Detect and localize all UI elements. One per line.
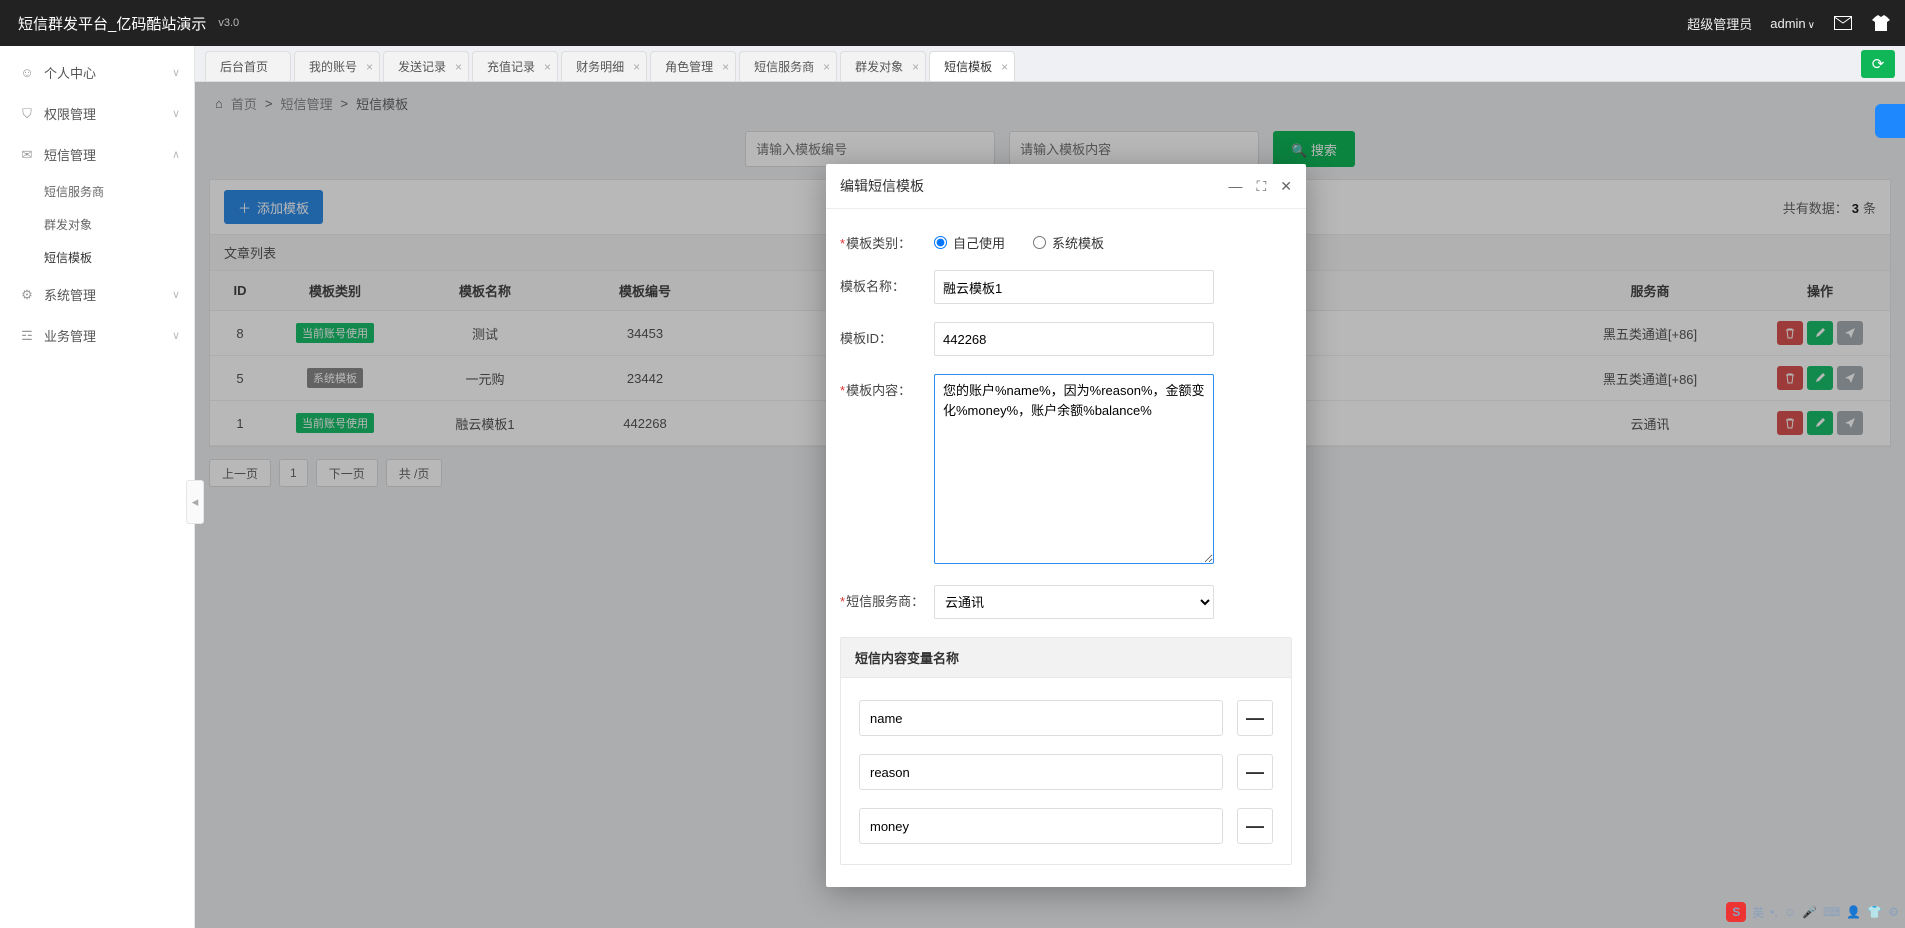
- label-name: 模板名称：: [840, 270, 934, 295]
- topbar-user-area: 超级管理员 admin∨: [1687, 14, 1891, 33]
- sidebar-item-permission[interactable]: ⛉权限管理∨: [0, 93, 194, 134]
- maximize-icon[interactable]: ⛶: [1256, 178, 1266, 195]
- ime-toolbar: S 英 •, ☺ 🎤 ⌨ 👤 👕 ⚙: [1726, 902, 1899, 922]
- chevron-down-icon: ∨: [172, 288, 180, 301]
- close-icon[interactable]: ×: [366, 60, 373, 74]
- ime-settings-icon[interactable]: ⚙: [1888, 905, 1899, 919]
- shield-icon: ⛉: [18, 106, 36, 122]
- mail-icon[interactable]: [1833, 14, 1853, 32]
- tab-targets[interactable]: 群发对象×: [840, 51, 926, 81]
- user-dropdown[interactable]: admin∨: [1770, 16, 1815, 31]
- brand-title: 短信群发平台_亿码酷站演示: [18, 13, 206, 34]
- sidebar-sub-templates[interactable]: 短信模板: [0, 241, 194, 274]
- sidebar-item-system[interactable]: ⚙系统管理∨: [0, 274, 194, 315]
- close-icon[interactable]: ×: [912, 60, 919, 74]
- modal-body: *模板类别： 自己使用 系统模板 模板名称： 模板ID： *模板内容： *短信服…: [826, 209, 1306, 887]
- modal-title: 编辑短信模板: [840, 176, 924, 196]
- sms-icon: ✉: [18, 147, 36, 163]
- close-icon[interactable]: ×: [1001, 60, 1008, 74]
- close-icon[interactable]: ×: [544, 60, 551, 74]
- topbar: 短信群发平台_亿码酷站演示 v3.0 超级管理员 admin∨: [0, 0, 1905, 46]
- sidebar-item-sms[interactable]: ✉短信管理∧: [0, 134, 194, 175]
- remove-variable-button[interactable]: —: [1237, 808, 1273, 844]
- tab-provider[interactable]: 短信服务商×: [739, 51, 837, 81]
- close-icon[interactable]: ✕: [1280, 178, 1292, 195]
- close-icon[interactable]: ×: [633, 60, 640, 74]
- ime-logo-icon[interactable]: S: [1726, 902, 1746, 922]
- variables-title: 短信内容变量名称: [841, 638, 1291, 678]
- sidebar: ☺个人中心∨ ⛉权限管理∨ ✉短信管理∧ 短信服务商 群发对象 短信模板 ⚙系统…: [0, 46, 195, 928]
- variable-name-input[interactable]: [859, 754, 1223, 790]
- ime-keyboard-icon[interactable]: ⌨: [1823, 905, 1840, 919]
- briefcase-icon: ☲: [18, 328, 36, 344]
- ime-punct-icon[interactable]: •,: [1770, 905, 1778, 919]
- label-type: *模板类别：: [840, 227, 934, 252]
- label-id: 模板ID：: [840, 322, 934, 347]
- ime-lang-label[interactable]: 英: [1752, 904, 1764, 921]
- tab-sendlog[interactable]: 发送记录×: [383, 51, 469, 81]
- variable-row: —: [859, 700, 1273, 736]
- tshirt-icon[interactable]: [1871, 14, 1891, 32]
- ime-emoji-icon[interactable]: ☺: [1784, 905, 1796, 919]
- provider-select[interactable]: 云通讯: [934, 585, 1214, 619]
- radio-self[interactable]: 自己使用: [934, 233, 1005, 252]
- sidebar-sub-provider[interactable]: 短信服务商: [0, 175, 194, 208]
- variable-name-input[interactable]: [859, 808, 1223, 844]
- role-label: 超级管理员: [1687, 14, 1752, 33]
- tab-roles[interactable]: 角色管理×: [650, 51, 736, 81]
- floating-badge[interactable]: [1875, 104, 1905, 138]
- remove-variable-button[interactable]: —: [1237, 754, 1273, 790]
- chevron-down-icon: ∨: [172, 107, 180, 120]
- ime-skin-icon[interactable]: 👕: [1867, 905, 1882, 919]
- tab-strip: 后台首页 我的账号× 发送记录× 充值记录× 财务明细× 角色管理× 短信服务商…: [195, 46, 1905, 82]
- tab-finance[interactable]: 财务明细×: [561, 51, 647, 81]
- refresh-button[interactable]: ⟳: [1861, 50, 1895, 78]
- variable-row: —: [859, 754, 1273, 790]
- chevron-down-icon: ∨: [172, 66, 180, 79]
- template-id-input[interactable]: [934, 322, 1214, 356]
- sidebar-collapse-handle[interactable]: ◂: [186, 480, 204, 524]
- gear-icon: ⚙: [18, 287, 36, 303]
- ime-voice-icon[interactable]: 🎤: [1802, 905, 1817, 919]
- label-content: *模板内容：: [840, 374, 934, 399]
- ime-person-icon[interactable]: 👤: [1846, 905, 1861, 919]
- user-icon: ☺: [18, 65, 36, 80]
- version-label: v3.0: [218, 17, 239, 29]
- close-icon[interactable]: ×: [455, 60, 462, 74]
- radio-system[interactable]: 系统模板: [1033, 233, 1104, 252]
- remove-variable-button[interactable]: —: [1237, 700, 1273, 736]
- chevron-down-icon: ∨: [172, 329, 180, 342]
- tab-account[interactable]: 我的账号×: [294, 51, 380, 81]
- chevron-up-icon: ∧: [172, 148, 180, 161]
- modal-header: 编辑短信模板 — ⛶ ✕: [826, 164, 1306, 209]
- template-name-input[interactable]: [934, 270, 1214, 304]
- close-icon[interactable]: ×: [823, 60, 830, 74]
- label-provider: *短信服务商：: [840, 585, 934, 610]
- close-icon[interactable]: ×: [722, 60, 729, 74]
- template-content-textarea[interactable]: [934, 374, 1214, 564]
- variable-row: —: [859, 808, 1273, 844]
- variables-block: 短信内容变量名称 — — —: [840, 637, 1292, 865]
- tab-templates[interactable]: 短信模板×: [929, 51, 1015, 81]
- tab-recharge[interactable]: 充值记录×: [472, 51, 558, 81]
- sidebar-item-personal[interactable]: ☺个人中心∨: [0, 52, 194, 93]
- edit-template-modal: 编辑短信模板 — ⛶ ✕ *模板类别： 自己使用 系统模板 模板名称： 模板ID…: [826, 164, 1306, 887]
- tab-home[interactable]: 后台首页: [205, 51, 291, 81]
- minimize-icon[interactable]: —: [1228, 178, 1242, 195]
- sidebar-sub-targets[interactable]: 群发对象: [0, 208, 194, 241]
- sidebar-item-business[interactable]: ☲业务管理∨: [0, 315, 194, 356]
- variable-name-input[interactable]: [859, 700, 1223, 736]
